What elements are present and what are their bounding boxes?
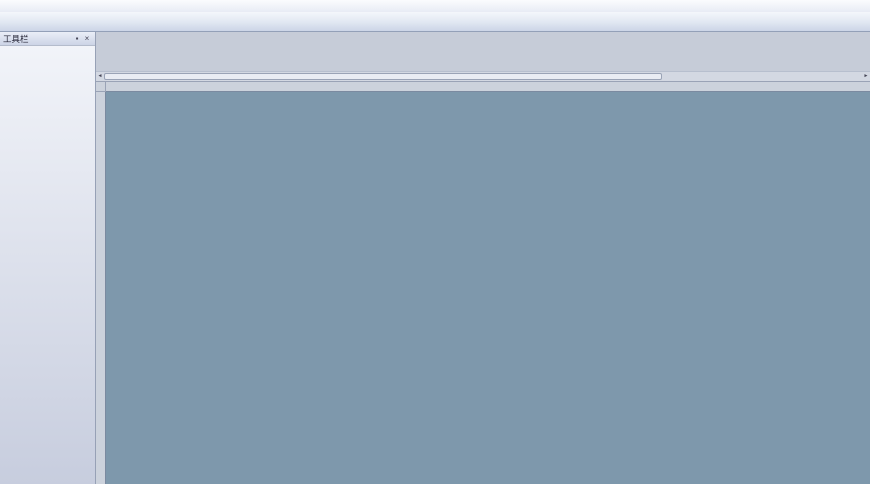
close-icon[interactable]: × [82,34,92,43]
menu-bar [0,0,870,12]
pin-icon[interactable]: ▪ [72,34,82,43]
main-toolbar [0,12,870,32]
main-area: 工具栏 ▪ × ◄ ► [0,32,870,484]
scroll-right-icon[interactable]: ► [862,72,870,80]
thumbnail-scrollbar[interactable]: ◄ ► [96,71,870,82]
tool-panel-titlebar[interactable]: 工具栏 ▪ × [0,32,95,46]
workspace-column: ◄ ► [96,32,870,484]
horizontal-ruler [106,82,870,92]
tool-panel-title: 工具栏 [3,33,72,45]
pattern-thumbnail-strip [96,32,870,71]
pattern-canvas[interactable] [106,92,870,484]
scroll-left-icon[interactable]: ◄ [96,72,104,80]
tool-panel: 工具栏 ▪ × [0,32,96,484]
application-window: 工具栏 ▪ × ◄ ► [0,0,870,484]
tool-grid [0,46,95,48]
scrollbar-thumb[interactable] [104,73,662,80]
canvas-region [96,82,870,484]
vertical-ruler [96,92,106,484]
ruler-corner [96,82,106,92]
